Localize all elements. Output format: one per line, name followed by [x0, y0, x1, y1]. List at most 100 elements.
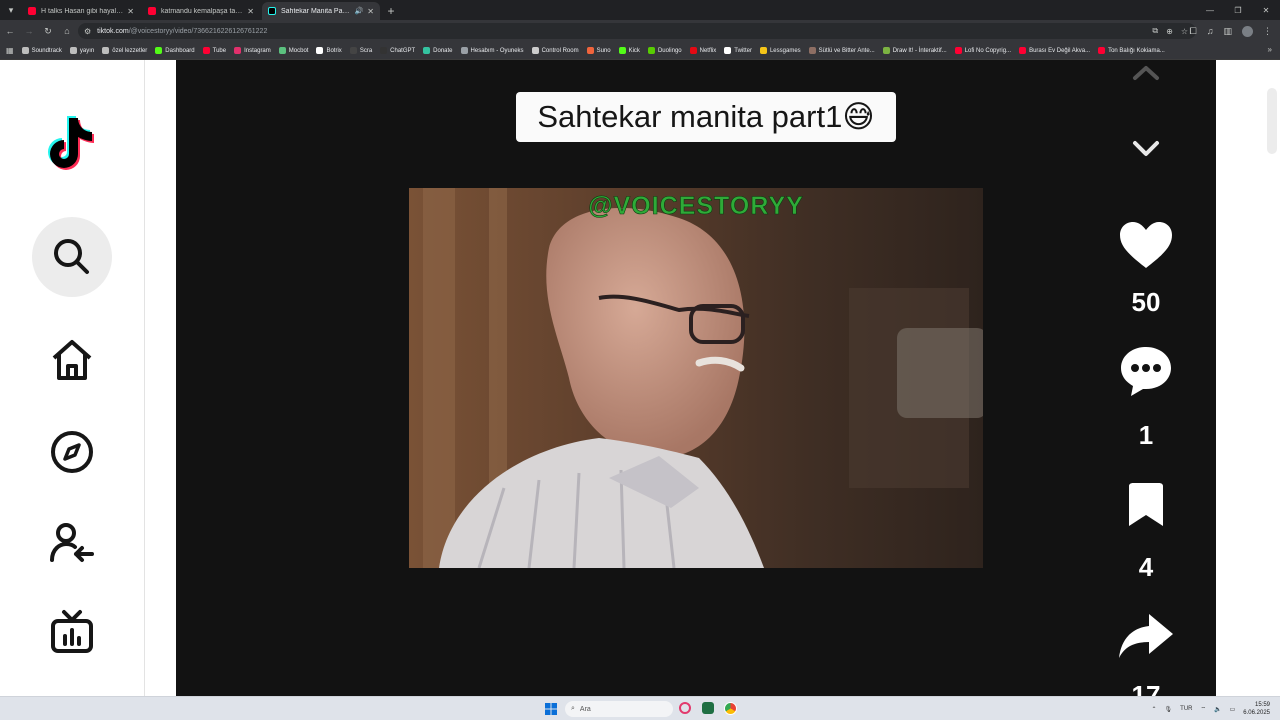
sidepanel-icon[interactable]: ▥: [1223, 26, 1232, 37]
browser-tab-2[interactable]: katmandu kemalpaşa tatlısı - YouTube ✕: [142, 2, 260, 20]
save-button[interactable]: [1106, 482, 1186, 528]
bookmark-item[interactable]: Lessgames: [759, 47, 801, 54]
clock-time: 15:59: [1254, 702, 1270, 708]
opera-icon[interactable]: [679, 702, 691, 714]
bookmark-item[interactable]: Hesabım - Oyuneks: [460, 47, 524, 54]
media-icon[interactable]: ♫: [1207, 26, 1214, 36]
bookmark-item[interactable]: Control Room: [531, 47, 579, 54]
bookmark-favicon-icon: [316, 47, 324, 54]
home-button[interactable]: [32, 320, 112, 400]
bookmark-favicon-icon: [278, 47, 286, 54]
input-language[interactable]: TUR: [1180, 706, 1192, 712]
clock[interactable]: 15:59 6.06.2025: [1243, 701, 1270, 717]
bookmark-item[interactable]: Sütlü ve Bitter Ante...: [808, 47, 875, 54]
next-video-button[interactable]: [1106, 138, 1186, 160]
bookmark-label: Botrix: [326, 47, 342, 54]
windows-start-icon[interactable]: [545, 703, 557, 715]
search-icon: [54, 239, 89, 274]
bookmark-item[interactable]: Scra: [349, 47, 372, 54]
bookmark-label: Hesabım - Oyuneks: [470, 47, 524, 54]
bookmark-item[interactable]: Donate: [423, 47, 453, 54]
share-button[interactable]: [1106, 612, 1186, 660]
tab-search-button[interactable]: ▾: [0, 0, 22, 20]
save-count: 4: [1138, 552, 1154, 582]
volume-icon[interactable]: 🔈: [1214, 706, 1221, 713]
apps-icon[interactable]: ▦: [6, 46, 14, 55]
browser-toolbar: ← → ↻ ⌂ ⚙ tiktok.com/@voicestoryy/video/…: [0, 20, 1280, 42]
extensions-icon[interactable]: ⧠: [1190, 26, 1197, 37]
bookmarks-overflow-icon[interactable]: »: [1268, 45, 1272, 54]
bookmark-item[interactable]: Kick: [618, 47, 640, 54]
search-button[interactable]: [32, 217, 112, 297]
bookmark-label: Mocbot: [288, 47, 309, 54]
bookmark-label: Soundtrack: [31, 47, 62, 54]
tiktok-logo-icon[interactable]: [45, 110, 99, 170]
zoom-icon[interactable]: ⊕: [1166, 27, 1173, 36]
restore-icon[interactable]: ❐: [1224, 0, 1252, 20]
bookmark-item[interactable]: Tube: [202, 47, 226, 54]
wifi-icon[interactable]: ⌔: [1201, 705, 1207, 713]
video-player[interactable]: @VOICESTORYY: [409, 188, 983, 568]
home-icon: [52, 340, 92, 380]
minimize-icon[interactable]: —: [1196, 0, 1224, 20]
bookmark-item[interactable]: Mocbot: [278, 47, 309, 54]
bookmark-item[interactable]: Twitter: [724, 47, 752, 54]
install-app-icon[interactable]: ⧉: [1152, 26, 1158, 36]
reload-icon[interactable]: ↻: [39, 22, 57, 40]
close-icon[interactable]: ✕: [127, 7, 134, 16]
home-icon[interactable]: ⌂: [58, 22, 76, 40]
chrome-icon[interactable]: [724, 702, 737, 715]
explore-button[interactable]: [32, 412, 112, 492]
like-button[interactable]: [1106, 220, 1186, 272]
chevron-up-icon[interactable]: ⌃: [1152, 706, 1157, 713]
app-icon[interactable]: [702, 702, 714, 714]
prev-video-button[interactable]: [1106, 60, 1186, 82]
bookmark-item[interactable]: Duolingo: [647, 47, 682, 54]
live-button[interactable]: [32, 592, 112, 672]
bookmark-star-icon[interactable]: ☆: [1181, 27, 1188, 36]
bookmark-item[interactable]: Suno: [586, 47, 611, 54]
back-icon[interactable]: ←: [1, 22, 19, 40]
taskbar-search-placeholder: Ara: [579, 705, 591, 713]
browser-tab-1[interactable]: H talks Hasan gibi hayali olan kadın... …: [22, 2, 140, 20]
bookmark-favicon-icon: [423, 47, 431, 54]
bookmark-item[interactable]: Burası Ev Değil Akva...: [1019, 47, 1090, 54]
bookmark-item[interactable]: Netflix: [689, 47, 716, 54]
site-info-icon[interactable]: ⚙: [84, 27, 91, 36]
bookmark-item[interactable]: ChatGPT: [380, 47, 415, 54]
following-button[interactable]: [32, 504, 112, 584]
scrollbar-thumb[interactable]: [1267, 88, 1277, 154]
bookmark-item[interactable]: Lofi No Copyrig...: [954, 47, 1011, 54]
bookmark-item[interactable]: yayın: [69, 47, 94, 54]
menu-kebab-icon[interactable]: ⋮: [1263, 26, 1272, 37]
close-icon[interactable]: ✕: [367, 7, 374, 16]
bookmark-label: Instagram: [244, 47, 271, 54]
bookmark-item[interactable]: Dashboard: [155, 47, 195, 54]
bookmark-item[interactable]: Ton Balığı Kokiama...: [1098, 47, 1165, 54]
speaker-icon[interactable]: 🔊: [355, 7, 364, 15]
bookmark-label: Ton Balığı Kokiama...: [1108, 47, 1165, 54]
tab-strip: ▾ H talks Hasan gibi hayali olan kadın..…: [0, 0, 1280, 20]
video-watermark: @VOICESTORYY: [588, 192, 804, 221]
like-count: 50: [1131, 287, 1161, 317]
profile-avatar[interactable]: [1242, 25, 1253, 37]
bookmark-icon: [1129, 483, 1163, 526]
new-tab-button[interactable]: +: [382, 2, 400, 20]
taskbar-search[interactable]: ⌕ Ara: [565, 701, 673, 717]
bookmark-favicon-icon: [21, 47, 29, 54]
address-bar[interactable]: ⚙ tiktok.com/@voicestoryy/video/73662162…: [78, 23, 1196, 39]
tiktok-icon: [268, 7, 276, 15]
bookmark-item[interactable]: Soundtrack: [21, 47, 62, 54]
close-icon[interactable]: ✕: [247, 7, 254, 16]
battery-icon[interactable]: ▭: [1230, 706, 1236, 713]
window-controls: — ❐ ✕: [1196, 0, 1280, 20]
bookmark-item[interactable]: Instagram: [234, 47, 271, 54]
browser-tab-3[interactable]: Sahtekar Manita Part 1: Ol... 🔊 ✕: [262, 2, 380, 20]
bookmark-item[interactable]: Botrix: [316, 47, 342, 54]
microphone-icon[interactable]: 🎙: [1165, 706, 1173, 713]
bookmark-item[interactable]: Draw It! - İnteraktif...: [882, 47, 947, 54]
comment-button[interactable]: [1106, 344, 1186, 398]
bookmark-item[interactable]: özel lezzetler: [102, 47, 147, 54]
forward-icon[interactable]: →: [20, 22, 38, 40]
close-window-icon[interactable]: ✕: [1252, 0, 1280, 20]
